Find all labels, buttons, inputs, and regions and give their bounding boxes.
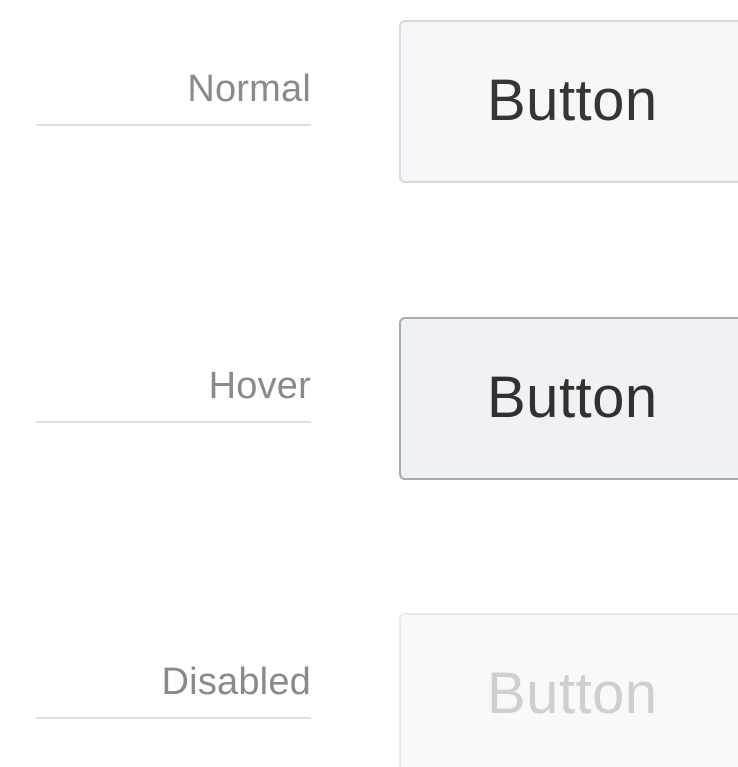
normal-button[interactable]: Button <box>399 20 738 183</box>
hover-state-row: Hover Button <box>0 317 738 487</box>
hover-state-label: Hover <box>36 339 311 423</box>
hover-button[interactable]: Button <box>399 317 738 480</box>
disabled-button: Button <box>399 613 738 767</box>
button-states-demo: Normal Button Hover Button Disabled Butt… <box>0 0 738 767</box>
normal-state-label: Normal <box>36 42 311 126</box>
disabled-state-row: Disabled Button <box>0 613 738 767</box>
normal-state-row: Normal Button <box>0 20 738 190</box>
disabled-state-label: Disabled <box>36 635 311 719</box>
